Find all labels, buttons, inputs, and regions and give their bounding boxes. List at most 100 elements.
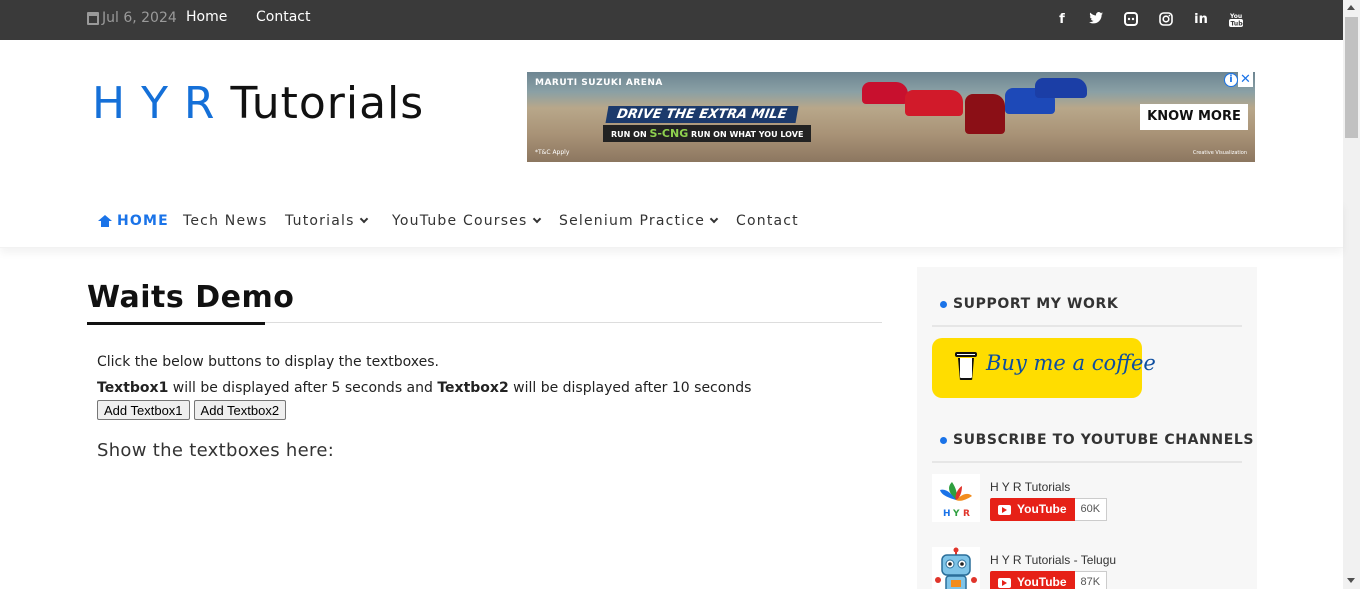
ad-disclaimer: *T&C Apply	[535, 149, 570, 156]
calendar-icon	[87, 11, 99, 25]
youtube-subscribe-button[interactable]: YouTube	[990, 498, 1075, 521]
channel-name[interactable]: H Y R Tutorials	[990, 480, 1070, 494]
youtube-subscribe-button[interactable]: YouTube	[990, 571, 1075, 589]
svg-text:Tube: Tube	[1231, 21, 1244, 28]
buy-me-a-coffee-button[interactable]: Buy me a coffee	[932, 338, 1156, 398]
main-nav: HOME Tech News Tutorials YouTube Courses…	[0, 200, 1343, 247]
support-heading: SUPPORT MY WORK	[940, 296, 1118, 312]
scroll-down-arrow-icon[interactable]	[1347, 578, 1355, 583]
add-textbox2-button[interactable]: Add Textbox2	[193, 400, 287, 420]
nav-item-contact[interactable]: Contact	[736, 213, 799, 229]
chevron-down-icon	[709, 214, 719, 224]
youtube-button-label: YouTube	[1017, 575, 1067, 589]
textbox2-label: Textbox2	[437, 380, 509, 396]
ad-headline: DRIVE THE EXTRA MILE	[605, 106, 799, 123]
hyr-channel-logo[interactable]: H Y R	[932, 474, 980, 522]
nav-divider	[0, 247, 1343, 248]
svg-text:H: H	[943, 509, 951, 519]
svg-text:R: R	[963, 509, 970, 519]
youtube-play-icon	[998, 504, 1011, 515]
ad-car-dark	[965, 94, 1005, 134]
ad-info-icon[interactable]: i	[1224, 73, 1238, 87]
post-body: Click the below buttons to display the t…	[97, 349, 751, 401]
support-heading-label: SUPPORT MY WORK	[953, 296, 1119, 312]
home-icon	[98, 214, 112, 227]
scroll-up-arrow-icon[interactable]	[1347, 5, 1355, 10]
sidebar: SUPPORT MY WORK Buy me a coffee SUBSCRIB…	[917, 267, 1257, 589]
ad-visualization-note: Creative Visualization	[1192, 150, 1247, 156]
svg-text:You: You	[1229, 13, 1242, 20]
telugu-channel-logo[interactable]	[932, 547, 980, 589]
channel-name[interactable]: H Y R Tutorials - Telugu	[990, 553, 1116, 567]
coffee-cup-icon	[955, 352, 977, 380]
ad-car-blue-2	[1035, 78, 1087, 98]
coffee-cup-lid	[955, 352, 977, 357]
support-heading-rule	[932, 325, 1242, 327]
linkedin-icon[interactable]: in	[1192, 12, 1210, 28]
twitter-icon[interactable]	[1087, 12, 1105, 28]
youtube-subscribe-widget[interactable]: YouTube 87K	[990, 571, 1108, 589]
bullet-dot-icon	[940, 300, 947, 308]
nav-item-home[interactable]: HOME	[98, 213, 169, 229]
channel-item: H Y R H Y R Tutorials YouTube 60K	[932, 474, 1242, 526]
textbox-output-label: Show the textboxes here:	[97, 440, 335, 461]
youtube-play-icon	[998, 577, 1011, 588]
top-link-contact[interactable]: Contact	[256, 9, 310, 25]
youtube-icon[interactable]: YouTube	[1227, 12, 1247, 28]
nav-item-contact-label: Contact	[736, 213, 799, 229]
ad-car-red-2	[905, 90, 963, 116]
scrollbar-thumb[interactable]	[1345, 17, 1358, 138]
ad-tagline-prefix: RUN ON	[611, 130, 647, 139]
add-textbox1-button[interactable]: Add Textbox1	[97, 400, 190, 420]
buy-me-a-coffee-label: Buy me a coffee	[986, 351, 1156, 375]
timing-text: Textbox1 will be displayed after 5 secon…	[97, 375, 751, 401]
discord-icon[interactable]	[1122, 12, 1140, 28]
youtube-button-label: YouTube	[1017, 502, 1067, 516]
chevron-down-icon	[532, 214, 541, 224]
ad-tagline: RUN ON S-CNG RUN ON WHAT YOU LOVE	[603, 125, 812, 142]
chevron-down-icon	[359, 214, 368, 224]
logo-tutorials: Tutorials	[230, 78, 425, 129]
nav-item-youtube-courses[interactable]: YouTube Courses	[392, 213, 541, 229]
textbox2-description: will be displayed after 10 seconds	[508, 380, 752, 396]
ad-close-icon[interactable]: ✕	[1238, 72, 1253, 87]
nav-item-youtube-courses-label: YouTube Courses	[392, 213, 528, 229]
channel-item: H Y R Tutorials - Telugu YouTube 87K	[932, 547, 1242, 589]
intro-text: Click the below buttons to display the t…	[97, 354, 439, 370]
site-logo[interactable]: H Y R Tutorials	[92, 76, 424, 132]
subscribe-heading-rule	[932, 461, 1242, 463]
svg-text:Y: Y	[952, 509, 960, 519]
instagram-icon[interactable]	[1157, 12, 1175, 28]
textbox1-description: will be displayed after 5 seconds and	[168, 380, 438, 396]
subscriber-count: 60K	[1074, 498, 1108, 521]
facebook-icon[interactable]: f	[1053, 12, 1071, 28]
ad-banner[interactable]: MARUTI SUZUKI ARENA DRIVE THE EXTRA MILE…	[527, 72, 1255, 162]
ad-tagline-brand: S-CNG	[649, 127, 689, 140]
top-link-home[interactable]: Home	[186, 9, 227, 25]
subscribe-heading: SUBSCRIBE TO YOUTUBE CHANNELS	[940, 432, 1254, 448]
nav-item-tech-news-label: Tech News	[183, 213, 268, 229]
bullet-dot-icon	[940, 436, 947, 444]
title-underline	[87, 322, 265, 325]
subscribe-heading-label: SUBSCRIBE TO YOUTUBE CHANNELS	[953, 432, 1255, 448]
nav-item-selenium-practice[interactable]: Selenium Practice	[559, 213, 719, 229]
nav-item-tutorials-label: Tutorials	[285, 213, 355, 229]
date-text: Jul 6, 2024	[102, 10, 177, 26]
nav-item-tutorials[interactable]: Tutorials	[285, 213, 368, 229]
coffee-cup-body	[958, 358, 974, 380]
nav-item-selenium-practice-label: Selenium Practice	[559, 213, 706, 229]
youtube-subscribe-widget[interactable]: YouTube 60K	[990, 498, 1108, 522]
button-row: Add Textbox1 Add Textbox2	[97, 400, 287, 420]
ad-know-more-button[interactable]: KNOW MORE	[1140, 104, 1248, 130]
subscriber-count: 87K	[1074, 571, 1108, 589]
ad-tagline-suffix: RUN ON WHAT YOU LOVE	[691, 130, 804, 139]
ad-brand: MARUTI SUZUKI ARENA	[535, 78, 663, 88]
top-bar: Jul 6, 2024 Home Contact f in YouTube	[0, 0, 1343, 40]
nav-item-home-label: HOME	[117, 213, 169, 229]
page-title: Waits Demo	[87, 280, 295, 315]
date-display: Jul 6, 2024	[87, 10, 177, 26]
nav-item-tech-news[interactable]: Tech News	[183, 213, 267, 229]
ad-car-red-1	[862, 82, 908, 104]
logo-hyr: H Y R	[92, 78, 216, 129]
page-scrollbar[interactable]	[1343, 0, 1360, 589]
